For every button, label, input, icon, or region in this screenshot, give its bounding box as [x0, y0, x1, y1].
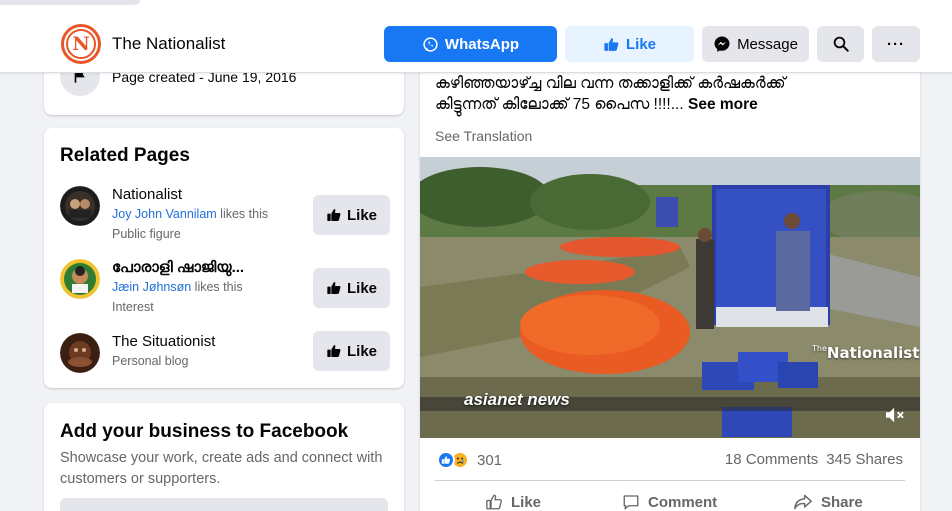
related-like-button[interactable]: Like	[313, 331, 390, 371]
related-page-item: പോരാളി ഷാജിയു... Jæin Jøhnsøn likes this…	[60, 259, 390, 319]
see-translation-link[interactable]: See Translation	[435, 128, 532, 144]
related-page-item: Nationalist Joy John Vannilam likes this…	[60, 186, 390, 246]
add-business-description: Showcase your work, create ads and conne…	[60, 450, 383, 487]
related-pages-card: Related Pages Nationalist Joy John Vanni…	[44, 128, 404, 388]
related-page-liked-by: Joy John Vannilam likes this	[112, 207, 268, 221]
comment-icon	[623, 495, 639, 510]
page-header: N The Nationalist WhatsApp Like Message …	[0, 0, 952, 73]
video-watermark: TheNationalist	[812, 344, 919, 362]
thumbs-up-icon	[327, 345, 341, 357]
more-dots-icon: ···	[887, 35, 905, 53]
related-like-button[interactable]: Like	[313, 195, 390, 235]
shares-count[interactable]: 345 Shares	[826, 451, 903, 468]
post-like-button[interactable]: Like	[485, 492, 541, 511]
logo-letter: N	[66, 29, 96, 59]
related-pages-title: Related Pages	[60, 145, 190, 166]
thumbs-up-icon	[327, 209, 341, 221]
post-divider	[435, 480, 905, 481]
reaction-count: 301	[477, 451, 503, 469]
video-channel-logo: asianet news	[464, 390, 570, 409]
thumbs-up-icon	[327, 282, 341, 294]
friend-link[interactable]: Joy John Vannilam	[112, 207, 217, 221]
like-reaction-icon	[437, 451, 455, 469]
see-more-link[interactable]: See more	[688, 96, 758, 113]
related-page-category: Personal blog	[112, 354, 189, 368]
post-text-line1: കഴിഞ്ഞയാഴ്ച്ച വില വന്ന തക്കാളിക്ക് കർഷകർ…	[435, 75, 786, 92]
post-text: കഴിഞ്ഞയാഴ്ച്ച വില വന്ന തക്കാളിക്ക് കർഷകർ…	[435, 73, 905, 115]
video-watermark-small: The	[812, 344, 827, 353]
related-page-item: The Situationist Personal blog Like	[60, 331, 390, 393]
post-text-line2: കിട്ടുന്നത് കിലോക്ക് 75 പൈസ !!!!...	[435, 96, 684, 113]
page-logo[interactable]: N	[61, 24, 101, 64]
more-options-button[interactable]: ···	[872, 26, 920, 62]
whatsapp-icon	[423, 36, 438, 52]
message-label: Message	[737, 35, 798, 53]
related-page-category: Interest	[112, 300, 154, 314]
likes-this-text: likes this	[191, 280, 243, 294]
post-video[interactable]: TheNationalist asianet news	[420, 157, 920, 438]
comments-count[interactable]: 18 Comments	[725, 451, 818, 468]
page-like-label: Like	[625, 35, 656, 53]
messenger-icon	[714, 36, 730, 52]
search-button[interactable]	[817, 26, 864, 62]
related-page-category: Public figure	[112, 227, 181, 241]
related-page-name[interactable]: The Situationist	[112, 333, 215, 350]
related-like-label: Like	[346, 206, 377, 224]
share-icon	[794, 494, 812, 510]
reactions-summary[interactable]: 301	[437, 450, 502, 470]
add-business-card: Add your business to Facebook Showcase y…	[44, 403, 404, 511]
avatar[interactable]	[60, 259, 100, 299]
post-card: കഴിഞ്ഞയാഴ്ച്ച വില വന്ന തക്കാളിക്ക് കർഷകർ…	[420, 50, 920, 511]
thumbs-up-icon	[604, 37, 619, 51]
avatar[interactable]	[60, 186, 100, 226]
add-business-button[interactable]	[60, 498, 388, 511]
search-icon	[833, 36, 849, 52]
avatar[interactable]	[60, 333, 100, 373]
video-watermark-main: Nationalist	[826, 344, 920, 362]
mute-icon[interactable]	[884, 406, 906, 424]
browser-tab-stub	[0, 0, 140, 5]
related-like-button[interactable]: Like	[313, 268, 390, 308]
related-page-name[interactable]: പോരാളി ഷാജിയു...	[112, 259, 244, 276]
add-business-title: Add your business to Facebook	[60, 421, 349, 442]
likes-this-text: likes this	[216, 207, 269, 221]
post-comment-button[interactable]: Comment	[622, 492, 717, 511]
friend-link[interactable]: Jæin Jøhnsøn	[112, 280, 191, 294]
page-like-button[interactable]: Like	[565, 26, 694, 62]
post-stats: 18 Comments 345 Shares	[725, 451, 903, 468]
related-page-liked-by: Jæin Jøhnsøn likes this	[112, 280, 243, 294]
whatsapp-button[interactable]: WhatsApp	[384, 26, 557, 62]
message-button[interactable]: Message	[702, 26, 809, 62]
related-like-label: Like	[346, 279, 377, 297]
post-comment-label: Comment	[648, 493, 718, 511]
post-share-label: Share	[821, 493, 863, 511]
related-page-name[interactable]: Nationalist	[112, 186, 182, 203]
post-share-button[interactable]: Share	[793, 492, 863, 511]
thumbs-up-outline-icon	[486, 494, 502, 510]
related-like-label: Like	[346, 342, 377, 360]
page-name[interactable]: The Nationalist	[112, 34, 225, 54]
whatsapp-label: WhatsApp	[444, 35, 520, 53]
post-like-label: Like	[511, 493, 542, 511]
